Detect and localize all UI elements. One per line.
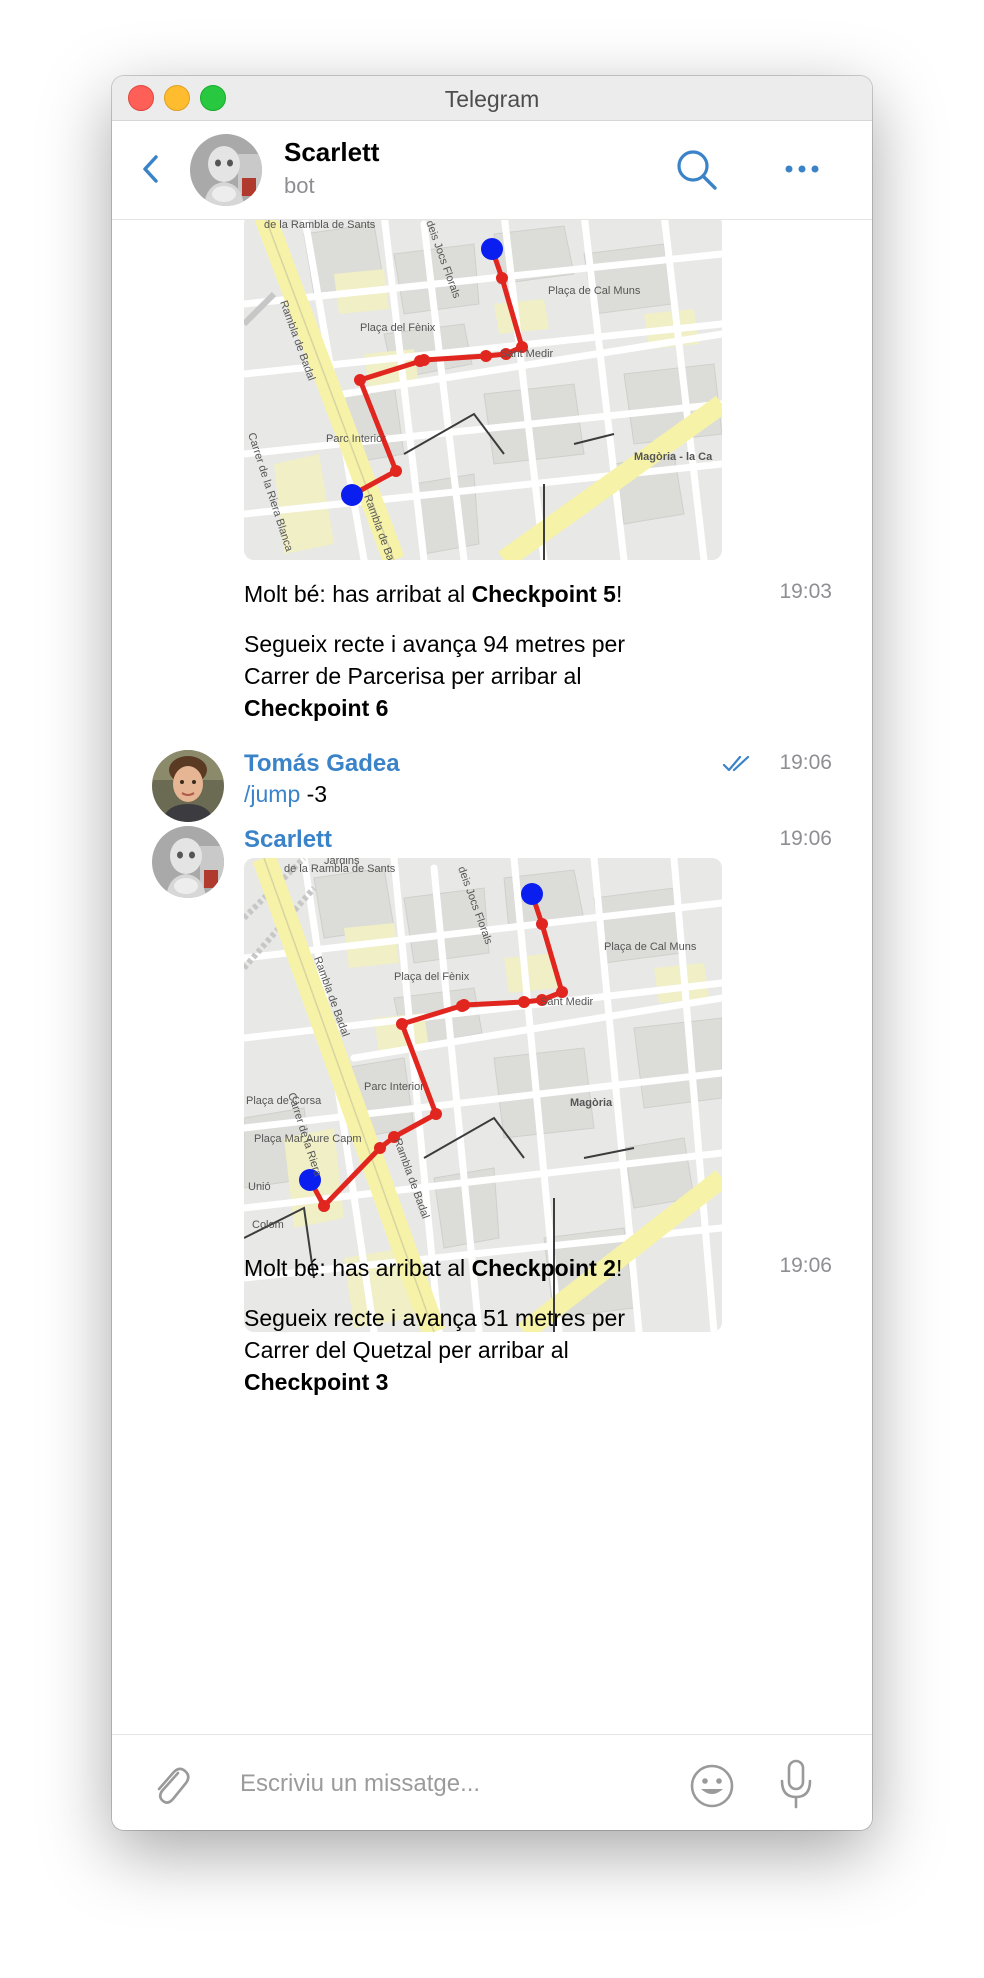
chevron-left-icon[interactable] [136,149,166,189]
map-label: Jardins [324,858,360,867]
map-label: Plaça de Corsa [246,1095,322,1107]
sender-name[interactable]: Scarlett [244,826,332,854]
bot-avatar[interactable] [152,826,224,898]
title-bar: Telegram [112,76,872,121]
message-input[interactable] [238,1759,642,1809]
message-time: 19:06 [779,827,832,850]
chat-title[interactable]: Scarlett [284,137,379,168]
map-label: Parc Interior [326,433,386,445]
bot-message-text: Molt bé: has arribat al Checkpoint 5! Se… [244,581,625,721]
map-label: Unió [248,1181,271,1193]
map-label: Sant Medir [500,348,554,360]
microphone-icon[interactable] [776,1757,816,1811]
bot-command-link[interactable]: /jump [244,781,300,807]
map-label: Magòria - la Ca [634,451,713,463]
bot-message-text: Molt bé: has arribat al Checkpoint 2! Se… [244,1255,625,1395]
sender-name[interactable]: Tomás Gadea [244,750,400,778]
message-time: 19:03 [779,580,832,603]
chat-status: bot [284,173,315,198]
search-icon[interactable] [674,147,720,193]
bot-avatar[interactable] [190,134,262,206]
chat-header: Scarlett bot [112,121,872,220]
message-composer [112,1734,872,1830]
message-list[interactable]: de la Rambla de Sants deis Jocs Florals … [112,220,872,1733]
user-avatar[interactable] [152,750,224,822]
telegram-window: Telegram Scarlett bot de la Rambla de Sa… [112,76,872,1830]
map-label: Plaça de Cal Muns [548,285,641,297]
map-image[interactable]: de la Rambla de Sants deis Jocs Florals … [244,220,722,560]
map-label: Magòria [570,1097,613,1109]
map-label: Plaça de Cal Muns [604,941,697,953]
map-label: Plaça del Fènix [394,971,470,983]
map-label: de la Rambla de Sants [264,220,376,231]
command-message: /jump -3 [244,781,328,807]
map-label: Sant Medir [540,996,594,1008]
message-time: 19:06 [779,751,832,774]
emoji-icon[interactable] [687,1761,737,1811]
paperclip-icon[interactable] [148,1761,192,1807]
map-label: Parc Interior [364,1081,424,1093]
map-label: Colom [252,1219,284,1231]
message-time: 19:06 [779,1254,832,1277]
window-title: Telegram [444,86,540,112]
map-label: Plaça del Fènix [360,322,436,334]
more-horizontal-icon[interactable] [780,151,824,187]
double-check-icon [722,755,750,772]
